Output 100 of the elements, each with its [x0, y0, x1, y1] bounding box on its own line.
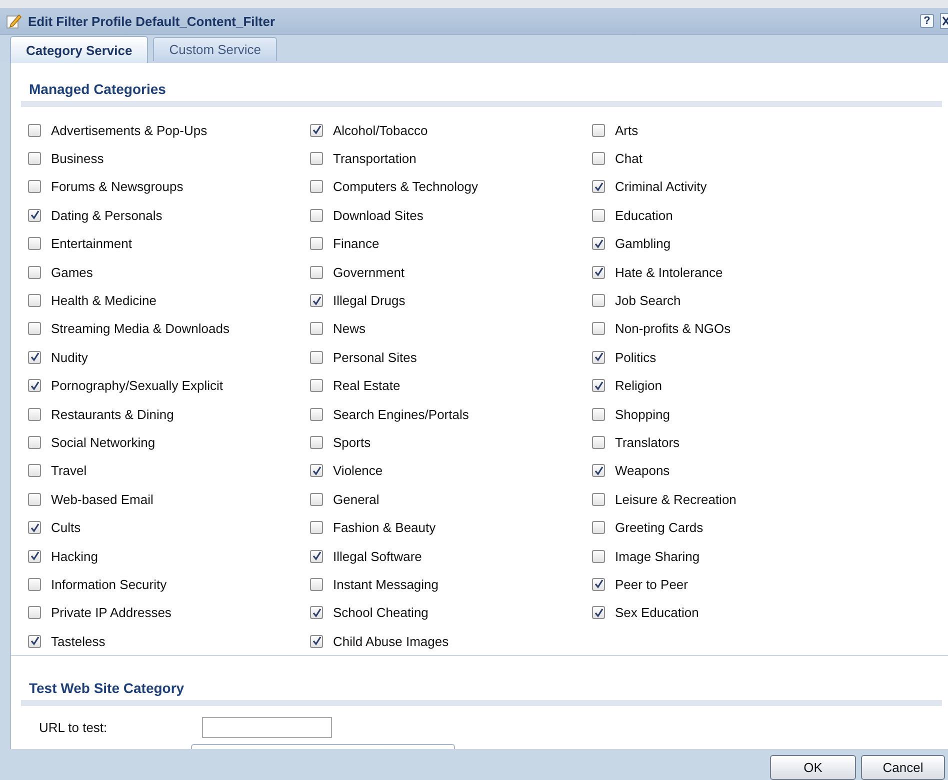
checkbox[interactable] — [592, 550, 605, 563]
checkbox[interactable] — [28, 152, 41, 166]
category-label: Real Estate — [333, 378, 400, 394]
checkbox[interactable] — [310, 180, 323, 194]
category-label: Instant Messaging — [333, 576, 439, 592]
checkbox[interactable] — [28, 322, 41, 336]
category-label: Search Engines/Portals — [333, 406, 469, 422]
checkbox[interactable] — [28, 578, 41, 591]
tab[interactable]: Category Service — [10, 36, 148, 63]
category-label: Job Search — [615, 293, 681, 308]
category-label: Fashion & Beauty — [333, 520, 436, 536]
category-label: Politics — [615, 350, 656, 365]
checkbox[interactable] — [28, 550, 41, 563]
category-label: Violence — [333, 463, 383, 478]
checkbox[interactable] — [28, 521, 41, 534]
checkbox[interactable] — [592, 436, 605, 449]
help-button[interactable]: ? — [920, 14, 934, 28]
window-title: Edit Filter Profile Default_Content_Filter — [28, 14, 276, 28]
checkbox[interactable] — [310, 322, 323, 336]
category-label: Alcohol/Tobacco — [333, 122, 428, 138]
tab[interactable]: Custom Service — [153, 37, 277, 61]
checkbox[interactable] — [28, 634, 41, 648]
category-label: Religion — [615, 378, 662, 394]
category-label: Transportation — [333, 151, 416, 166]
checkbox[interactable] — [310, 294, 323, 308]
category-label: Download Sites — [333, 208, 424, 223]
checkbox[interactable] — [28, 606, 41, 620]
checkbox[interactable] — [310, 124, 323, 137]
cancel-button[interactable]: Cancel — [861, 755, 945, 780]
checkbox[interactable] — [28, 408, 41, 421]
checkbox[interactable] — [28, 294, 41, 308]
checkbox[interactable] — [592, 606, 605, 620]
category-label: Arts — [615, 122, 638, 138]
checkbox[interactable] — [592, 294, 605, 308]
checkbox[interactable] — [310, 266, 323, 279]
field-label: URL to test: — [39, 720, 108, 735]
checkbox[interactable] — [310, 408, 323, 421]
checkbox[interactable] — [28, 208, 41, 222]
category-label: Sex Education — [615, 605, 699, 620]
checkbox[interactable] — [592, 408, 605, 421]
category-label: Pornography/Sexually Explicit — [51, 378, 223, 394]
section-heading: Managed Categories — [28, 81, 167, 99]
category-label: Cults — [51, 520, 81, 536]
category-label: Peer to Peer — [615, 576, 688, 592]
pencil-icon — [6, 13, 22, 29]
checkbox[interactable] — [28, 124, 41, 137]
close-icon[interactable] — [940, 13, 948, 29]
checkbox[interactable] — [310, 521, 323, 534]
checkbox[interactable] — [592, 521, 605, 534]
checkbox[interactable] — [310, 464, 323, 478]
checkbox[interactable] — [592, 152, 605, 166]
checkbox[interactable] — [28, 492, 41, 506]
checkbox[interactable] — [28, 237, 41, 250]
checkbox[interactable] — [592, 492, 605, 506]
category-label: Weapons — [615, 463, 670, 478]
checkbox[interactable] — [310, 237, 323, 250]
category-label: News — [333, 321, 366, 336]
category-label: Government — [333, 264, 405, 280]
checkbox[interactable] — [310, 578, 323, 591]
checkbox[interactable] — [592, 180, 605, 194]
category-label: Forums & Newsgroups — [51, 179, 184, 194]
category-label: Health & Medicine — [51, 293, 156, 308]
category-label: Leisure & Recreation — [615, 492, 736, 507]
checkbox[interactable] — [28, 379, 41, 392]
checkbox[interactable] — [28, 436, 41, 449]
checkbox[interactable] — [592, 266, 605, 279]
checkbox[interactable] — [28, 180, 41, 194]
checkbox[interactable] — [28, 350, 41, 364]
checkbox[interactable] — [28, 464, 41, 478]
category-label: School Cheating — [333, 605, 428, 620]
checkbox[interactable] — [592, 578, 605, 591]
checkbox[interactable] — [592, 322, 605, 336]
ok-button[interactable]: OK — [770, 755, 856, 780]
category-label: Chat — [615, 151, 642, 166]
category-label: Greeting Cards — [615, 520, 704, 536]
checkbox[interactable] — [592, 237, 605, 250]
checkbox[interactable] — [592, 464, 605, 478]
checkbox[interactable] — [310, 634, 323, 648]
checkbox[interactable] — [310, 492, 323, 506]
category-label: Personal Sites — [333, 350, 417, 365]
checkbox[interactable] — [310, 436, 323, 449]
checkbox[interactable] — [310, 350, 323, 364]
category-label: Streaming Media & Downloads — [51, 321, 230, 336]
checkbox[interactable] — [592, 350, 605, 364]
checkbox[interactable] — [592, 208, 605, 222]
category-label: Translators — [615, 434, 680, 450]
checkbox[interactable] — [310, 550, 323, 563]
category-label: Child Abuse Images — [333, 634, 449, 649]
checkbox[interactable] — [310, 379, 323, 392]
checkbox[interactable] — [28, 266, 41, 279]
category-label: Hacking — [51, 548, 98, 564]
category-label: Hate & Intolerance — [615, 264, 723, 280]
checkbox[interactable] — [592, 124, 605, 137]
checkbox[interactable] — [310, 152, 323, 166]
checkbox[interactable] — [592, 379, 605, 392]
checkbox[interactable] — [310, 208, 323, 222]
category-label: Finance — [333, 236, 380, 252]
category-label: General — [333, 492, 380, 507]
checkbox[interactable] — [310, 606, 323, 620]
url-field[interactable] — [202, 716, 332, 738]
